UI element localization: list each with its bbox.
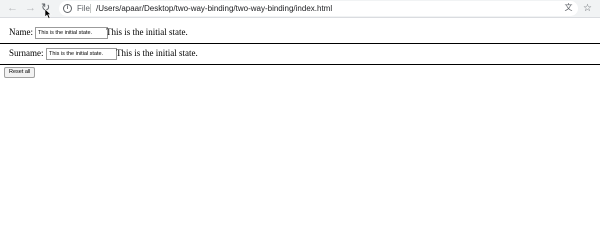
url-text[interactable]: /Users/apaar/Desktop/two-way-binding/two…	[96, 1, 332, 16]
browser-toolbar: ← → ↻ i File /Users/apaar/Desktop/two-wa…	[0, 0, 600, 19]
reset-all-button[interactable]: Reset all	[4, 67, 36, 78]
divider-line	[0, 64, 600, 65]
surname-output-text: This is the initial state.	[116, 48, 198, 58]
forward-arrow-icon[interactable]: →	[25, 0, 36, 17]
back-arrow-icon[interactable]: ←	[7, 0, 18, 17]
surname-label: Surname:	[9, 48, 44, 58]
mouse-cursor-icon	[45, 9, 52, 19]
name-label: Name:	[9, 27, 33, 37]
translate-icon[interactable]: 文	[563, 2, 574, 13]
name-output-text: This is the initial state.	[106, 27, 188, 37]
star-icon[interactable]: ☆	[583, 0, 592, 17]
address-bar[interactable]: i File /Users/apaar/Desktop/two-way-bind…	[59, 1, 578, 16]
omnibox-divider	[90, 4, 91, 13]
name-input[interactable]: This is the initial state.	[35, 27, 108, 39]
info-icon[interactable]: i	[63, 4, 72, 13]
scheme-label: File	[77, 4, 90, 13]
divider-line	[0, 43, 600, 44]
surname-input[interactable]: This is the initial state.	[46, 48, 117, 60]
